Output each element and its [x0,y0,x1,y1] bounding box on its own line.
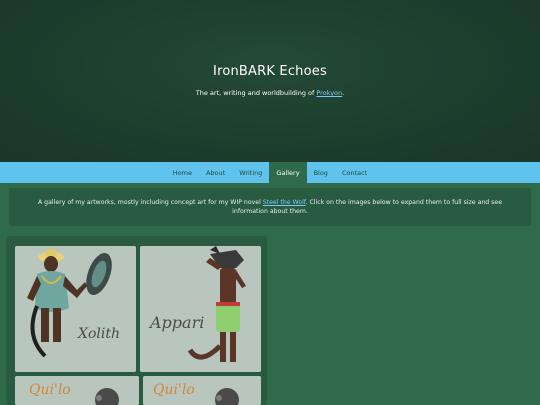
tagline-end: . [342,89,345,97]
quilo-caption-1: Qui'lo [29,382,71,398]
appari-caption: Appari [148,313,204,332]
main-nav: Home About Writing Gallery Blog Contact [0,162,540,183]
nav-home[interactable]: Home [166,162,199,183]
intro-text: A gallery of my artworks, mostly includi… [37,199,263,206]
xolith-caption: Xolith [77,326,120,342]
gallery-grid: Xolith Appari Qui'lo Qui'lo [6,236,267,405]
gallery-intro: A gallery of my artworks, mostly includi… [9,188,531,226]
prokyon-link[interactable]: Prokyon [316,89,342,97]
site-tagline: The art, writing and worldbuilding of Pr… [0,89,540,97]
quilo-caption-2: Qui'lo [153,382,195,398]
steel-the-wolf-link[interactable]: Steel the Wolf [263,199,306,206]
xolith-illustration: Xolith [15,246,136,372]
nav-writing[interactable]: Writing [232,162,269,183]
gallery-image-xolith[interactable]: Xolith [15,246,136,372]
nav-gallery[interactable]: Gallery [269,162,307,183]
appari-illustration: Appari [140,246,261,372]
tagline-text: The art, writing and worldbuilding of [195,89,317,97]
quilo-illustration-2: Qui'lo [143,376,261,405]
site-header: IronBARK Echoes The art, writing and wor… [0,0,540,162]
nav-contact[interactable]: Contact [335,162,374,183]
gallery-image-quilo-2[interactable]: Qui'lo [143,376,261,405]
gallery-image-quilo-1[interactable]: Qui'lo [15,376,139,405]
gallery-image-appari[interactable]: Appari [140,246,261,372]
site-title: IronBARK Echoes [213,64,327,79]
nav-about[interactable]: About [199,162,232,183]
nav-blog[interactable]: Blog [307,162,335,183]
quilo-illustration-1: Qui'lo [15,376,139,405]
